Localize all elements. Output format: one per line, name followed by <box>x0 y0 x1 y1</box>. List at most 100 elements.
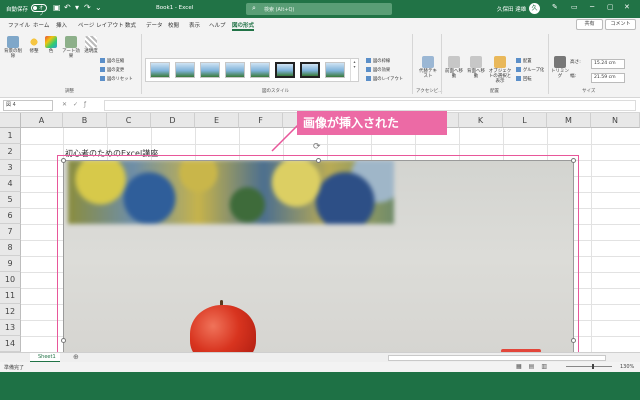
view-mode-icons[interactable]: ▦▤▥ <box>516 363 554 370</box>
undo-icon[interactable]: ↶ <box>64 3 71 12</box>
style-thumb[interactable] <box>325 62 345 78</box>
rotate-handle-icon[interactable]: ⟳ <box>313 142 321 152</box>
save-icon[interactable]: ▣ <box>53 3 61 12</box>
picture-border-button[interactable]: 図の枠線 <box>366 58 390 64</box>
gallery-scroll[interactable]: ▴ ▾ <box>350 59 358 81</box>
tab-view[interactable]: 表示 <box>189 21 200 29</box>
style-thumb[interactable] <box>275 62 295 78</box>
row-header-12[interactable]: 12 <box>0 304 21 320</box>
column-header-d[interactable]: D <box>151 113 195 128</box>
minimize-icon[interactable]: ─ <box>590 3 594 11</box>
group-button[interactable]: グループ化 <box>516 67 544 73</box>
row-header-10[interactable]: 10 <box>0 272 21 288</box>
column-header-e[interactable]: E <box>195 113 239 128</box>
group-separator <box>548 34 549 94</box>
tab-page-layout[interactable]: ページ レイアウト <box>78 21 124 29</box>
comment-button[interactable]: コメント <box>605 19 636 30</box>
style-thumb[interactable] <box>250 62 270 78</box>
height-input[interactable]: 15.24 cm <box>591 59 625 69</box>
row-header-7[interactable]: 7 <box>0 224 21 240</box>
column-header-n[interactable]: N <box>591 113 640 128</box>
send-backward-button[interactable]: 背面へ移動 <box>466 56 486 79</box>
picture-layout-button[interactable]: 図のレイアウト <box>366 76 403 82</box>
row-header-1[interactable]: 1 <box>0 128 21 144</box>
compress-pictures-button[interactable]: 図の圧縮 <box>100 58 124 64</box>
style-thumb[interactable] <box>225 62 245 78</box>
search-box[interactable]: ⌕ 検索 (Alt+Q) <box>246 3 392 15</box>
color-button[interactable]: 色 <box>44 36 58 54</box>
tab-data[interactable]: データ <box>146 21 163 29</box>
avatar[interactable]: 久 <box>529 3 540 14</box>
pen-icon[interactable]: ✎ <box>552 3 558 11</box>
crop-button[interactable]: トリミング <box>551 56 569 79</box>
corrections-label: 修整 <box>29 49 39 54</box>
tab-help[interactable]: ヘルプ <box>209 21 226 29</box>
close-icon[interactable]: ✕ <box>624 3 630 11</box>
tab-formulas[interactable]: 数式 <box>125 21 136 29</box>
column-header-c[interactable]: C <box>107 113 151 128</box>
tab-review[interactable]: 校閲 <box>168 21 179 29</box>
zoom-slider-knob[interactable] <box>592 364 594 369</box>
column-header-l[interactable]: L <box>503 113 547 128</box>
row-header-3[interactable]: 3 <box>0 160 21 176</box>
zoom-slider[interactable] <box>566 366 612 367</box>
customize-qat-icon[interactable]: ⌄ <box>95 3 102 12</box>
restore-icon[interactable]: ▢ <box>607 3 614 11</box>
horizontal-scrollbar[interactable] <box>388 355 606 361</box>
tab-insert[interactable]: 挿入 <box>56 21 67 29</box>
column-header-b[interactable]: B <box>63 113 107 128</box>
redo-icon[interactable]: ↷ <box>84 3 91 12</box>
tab-picture-format[interactable]: 図の形式 <box>232 21 255 31</box>
annotation-callout: 画像が挿入された <box>297 111 447 135</box>
corrections-button[interactable]: 修整 <box>26 36 42 54</box>
autosave-toggle[interactable]: オフ <box>31 4 47 17</box>
sheet-tab-sheet1[interactable]: Sheet1 <box>30 353 60 362</box>
artistic-effects-label: アート効果 <box>62 49 80 59</box>
group-label-size: サイズ <box>582 89 596 94</box>
change-picture-button[interactable]: 図の変更 <box>100 67 124 73</box>
style-thumb[interactable] <box>200 62 220 78</box>
rotate-button[interactable]: 回転 <box>516 76 532 82</box>
group-label-styles: 図のスタイル <box>262 89 289 94</box>
selection-pane-button[interactable]: オブジェクトの選択と表示 <box>487 56 513 84</box>
row-header-2[interactable]: 2 <box>0 144 21 160</box>
row-header-5[interactable]: 5 <box>0 192 21 208</box>
ribbon: ファイル ホーム 挿入 ページ レイアウト 数式 データ 校閲 表示 ヘルプ 図… <box>0 18 640 98</box>
ribbon-display-icon[interactable]: ▭ <box>571 3 578 11</box>
height-field: 高さ: 15.24 cm <box>570 59 628 69</box>
align-button[interactable]: 配置 <box>516 58 532 64</box>
column-header-a[interactable]: A <box>21 113 63 128</box>
style-thumb[interactable] <box>300 62 320 78</box>
transparency-button[interactable]: 透明度 <box>84 36 98 54</box>
column-header-k[interactable]: K <box>459 113 503 128</box>
share-button[interactable]: 共有 <box>576 19 603 30</box>
row-header-6[interactable]: 6 <box>0 208 21 224</box>
formula-input[interactable] <box>104 100 636 111</box>
add-sheet-icon[interactable]: ⊕ <box>73 353 79 361</box>
row-header-8[interactable]: 8 <box>0 240 21 256</box>
reset-picture-button[interactable]: 図のリセット <box>100 76 133 82</box>
tab-home[interactable]: ホーム <box>33 21 49 29</box>
formula-controls[interactable]: ✕✓ƒ <box>62 101 92 108</box>
chevron-down-icon[interactable]: ▾ <box>75 3 79 12</box>
row-header-4[interactable]: 4 <box>0 176 21 192</box>
bring-forward-button[interactable]: 前面へ移動 <box>444 56 464 79</box>
tab-file[interactable]: ファイル <box>8 21 30 29</box>
row-header-13[interactable]: 13 <box>0 320 21 336</box>
select-all-corner[interactable] <box>0 113 21 128</box>
row-header-14[interactable]: 14 <box>0 336 21 352</box>
row-header-11[interactable]: 11 <box>0 288 21 304</box>
picture-styles-gallery[interactable]: ▴ ▾ <box>145 58 359 82</box>
style-thumb[interactable] <box>150 62 170 78</box>
row-header-9[interactable]: 9 <box>0 256 21 272</box>
column-header-m[interactable]: M <box>547 113 591 128</box>
remove-background-button[interactable]: 背景の削除 <box>3 36 23 59</box>
alt-text-button[interactable]: 代替テキスト <box>417 56 439 79</box>
artistic-effects-button[interactable]: アート効果 <box>60 36 82 59</box>
picture-effects-button[interactable]: 図の効果 <box>366 67 390 73</box>
zoom-level[interactable]: 130% <box>620 364 634 370</box>
status-bar: 準備完了 ▦▤▥ 130% <box>0 362 640 372</box>
width-input[interactable]: 21.59 cm <box>591 73 625 83</box>
style-thumb[interactable] <box>175 62 195 78</box>
name-box[interactable]: 図 4 <box>3 100 53 111</box>
